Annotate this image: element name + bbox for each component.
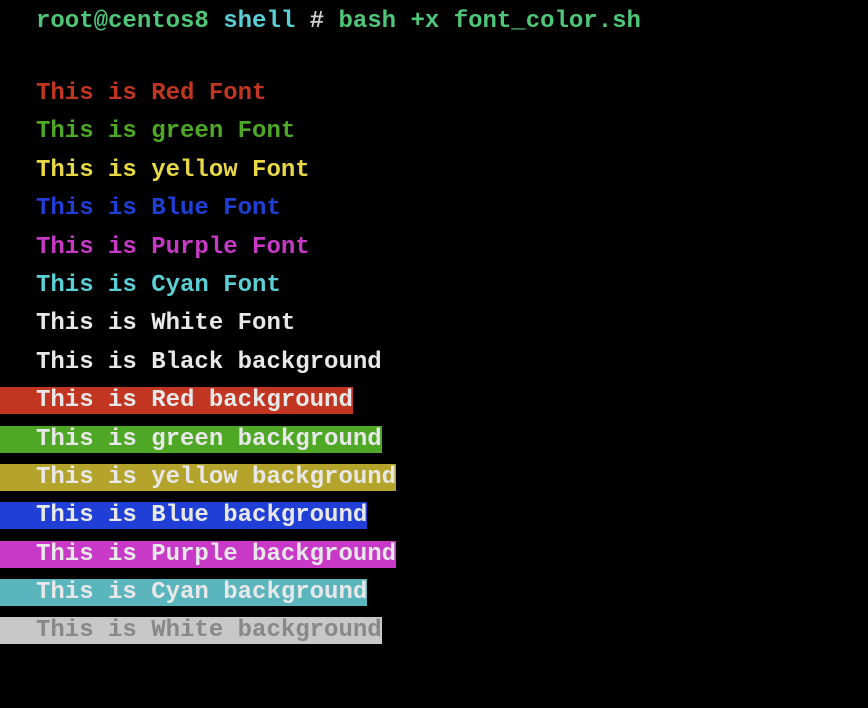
output-text: This is Black background — [0, 349, 382, 376]
output-text: This is White Font — [36, 310, 295, 337]
output-text: This is yellow Font — [36, 157, 310, 184]
output-line: This is Cyan Font — [36, 267, 868, 305]
output-line: This is Red Font — [36, 75, 868, 113]
output-line: This is White Font — [36, 305, 868, 343]
output-text: This is green background — [0, 426, 382, 453]
output-line: This is yellow background — [36, 459, 868, 497]
output-line: This is Blue Font — [36, 190, 868, 228]
prompt-command: bash +x font_color.sh — [338, 8, 640, 35]
output-text: This is Blue background — [0, 502, 367, 529]
output-line: This is Red background — [36, 382, 868, 420]
output-line: This is green Font — [36, 113, 868, 151]
output-text: This is Cyan Font — [36, 272, 281, 299]
output-line: This is Purple Font — [36, 229, 868, 267]
output-text: This is White background — [0, 617, 382, 644]
output-text: This is green Font — [36, 118, 295, 145]
output-text: This is Purple Font — [36, 234, 310, 261]
output-text: This is Purple background — [0, 541, 396, 568]
output-line: This is Cyan background — [36, 574, 868, 612]
prompt-user-host: root@centos8 — [36, 8, 209, 35]
output-line: This is Purple background — [36, 536, 868, 574]
terminal-window[interactable]: root@centos8 shell # bash +x font_color.… — [0, 8, 868, 651]
output-text: This is Red Font — [36, 80, 266, 107]
output-text: This is yellow background — [0, 464, 396, 491]
output-line: This is White background — [36, 612, 868, 650]
output-line: This is Blue background — [36, 497, 868, 535]
command-prompt-line: root@centos8 shell # bash +x font_color.… — [36, 8, 868, 35]
prompt-separator: # — [310, 8, 324, 35]
output-line: This is yellow Font — [36, 152, 868, 190]
output-line: This is Black background — [36, 344, 868, 382]
output-line: This is green background — [36, 421, 868, 459]
output-text: This is Red background — [0, 387, 353, 414]
output-text: This is Blue Font — [36, 195, 281, 222]
terminal-output: This is Red Font This is green Font This i… — [36, 75, 868, 651]
prompt-path: shell — [223, 8, 295, 35]
output-text: This is Cyan background — [0, 579, 367, 606]
